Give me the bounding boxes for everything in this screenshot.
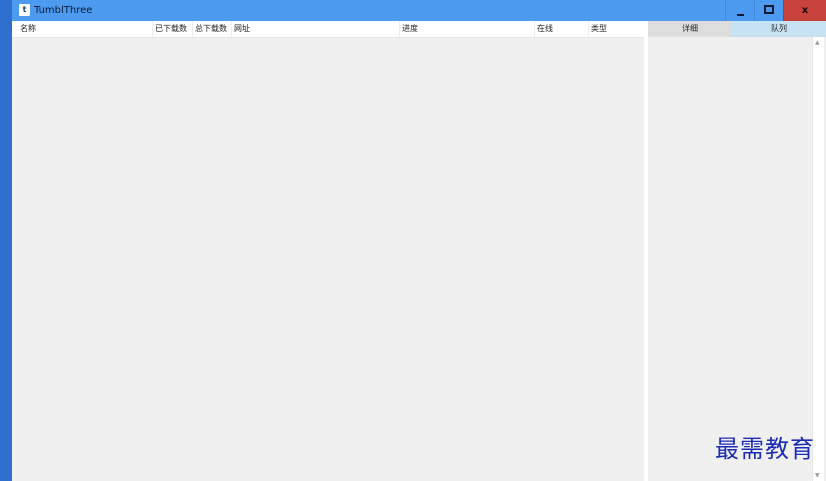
column-header-type[interactable]: 类型: [589, 21, 644, 37]
column-header-online[interactable]: 在线: [535, 21, 588, 37]
list-body[interactable]: [12, 38, 644, 481]
maximize-button[interactable]: [754, 0, 783, 21]
detail-panel: 详细 队列 ▲ ▼: [648, 21, 826, 481]
blog-list: 名称 已下载数 总下载数 网址 进度 在线 类型: [12, 21, 644, 481]
queue-panel-body: [648, 37, 826, 481]
main-content: 名称 已下载数 总下载数 网址 进度 在线 类型 详细 队列 ▲ ▼: [12, 21, 826, 481]
vertical-scrollbar[interactable]: ▲ ▼: [812, 37, 824, 481]
app-logo-icon: t: [19, 4, 30, 16]
minimize-button[interactable]: [725, 0, 754, 21]
title-bar[interactable]: t TumblThree x: [12, 0, 826, 21]
scroll-down-icon[interactable]: ▼: [815, 472, 820, 480]
column-header-progress[interactable]: 进度: [400, 21, 534, 37]
column-header-total[interactable]: 总下载数: [193, 21, 231, 37]
close-button[interactable]: x: [783, 0, 826, 21]
window-title: TumblThree: [34, 5, 93, 16]
tab-details[interactable]: 详细: [648, 21, 732, 37]
list-header: 名称 已下载数 总下载数 网址 进度 在线 类型: [12, 21, 644, 38]
close-icon: x: [801, 5, 809, 16]
tab-queue[interactable]: 队列: [732, 21, 826, 37]
minimize-icon: [736, 14, 744, 16]
watermark-text: 最需教育: [715, 435, 815, 463]
column-header-downloaded[interactable]: 已下载数: [153, 21, 192, 37]
maximize-icon: [764, 5, 774, 14]
scroll-up-icon[interactable]: ▲: [815, 39, 820, 47]
column-header-name[interactable]: 名称: [18, 21, 152, 37]
app-window: t TumblThree x 名称 已下载数 总下载数 网址 进度 在线 类型 …: [0, 0, 826, 481]
column-header-url[interactable]: 网址: [232, 21, 399, 37]
